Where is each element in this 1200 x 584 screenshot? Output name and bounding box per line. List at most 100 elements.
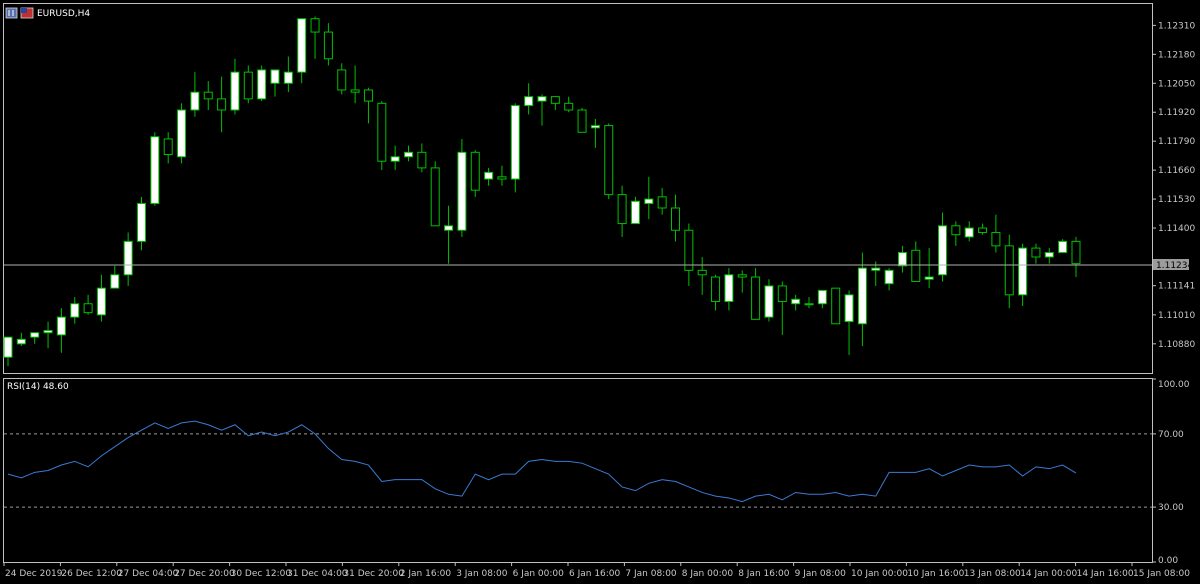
bull-candle-body bbox=[30, 332, 40, 338]
time-tick-label: 3 Jan 08:00 bbox=[456, 569, 508, 579]
candle bbox=[56, 308, 66, 353]
bear-candle-body bbox=[617, 194, 627, 225]
bull-candle-body bbox=[177, 109, 187, 158]
candle bbox=[697, 256, 707, 295]
bull-candle-body bbox=[150, 136, 160, 205]
bull-candle-body bbox=[484, 171, 494, 180]
candle bbox=[684, 223, 694, 286]
candle bbox=[791, 294, 801, 311]
bear-candle-body bbox=[831, 287, 841, 325]
time-tick-label: 27 Dec 20:00 bbox=[174, 569, 235, 579]
time-tick-label: 10 Jan 16:00 bbox=[907, 569, 964, 579]
time-tick-label: 14 Jan 00:00 bbox=[1020, 569, 1077, 579]
time-axis: 24 Dec 201926 Dec 12:0027 Dec 04:0027 De… bbox=[3, 562, 1190, 579]
price-tick-label: 1.11141 bbox=[1158, 282, 1195, 292]
time-tick-label: 31 Dec 04:00 bbox=[287, 569, 348, 579]
bear-candle-body bbox=[671, 207, 680, 231]
candle bbox=[270, 69, 280, 97]
bear-candle-body bbox=[1004, 245, 1014, 296]
bull-candle-body bbox=[190, 91, 200, 111]
bear-candle-body bbox=[337, 69, 347, 91]
candle bbox=[617, 185, 627, 237]
bear-candle-body bbox=[217, 98, 227, 111]
chart-window-icon[interactable] bbox=[5, 7, 18, 19]
candle bbox=[1071, 236, 1081, 278]
time-tick-label: 24 Dec 2019 bbox=[5, 569, 63, 579]
bear-candle-body bbox=[684, 229, 694, 271]
candle bbox=[524, 83, 534, 115]
candle bbox=[430, 161, 440, 227]
chart-canvas[interactable]: EURUSD,H4 1.123101.121801.120501.119201.… bbox=[0, 0, 1200, 584]
bear-candle-body bbox=[737, 274, 747, 278]
candle bbox=[564, 96, 574, 113]
price-tick-label: 1.12050 bbox=[1158, 79, 1195, 89]
rsi-tick-label: 30.00 bbox=[1158, 503, 1184, 513]
candle bbox=[577, 107, 587, 133]
time-tick-label: 2 Jan 16:00 bbox=[400, 569, 452, 579]
candle bbox=[123, 232, 133, 286]
candle bbox=[83, 294, 93, 315]
bull-candle-body bbox=[110, 274, 120, 289]
bull-candle-body bbox=[537, 96, 547, 102]
bull-candle-body bbox=[524, 96, 534, 107]
price-tick-label: 1.11660 bbox=[1158, 166, 1195, 176]
candle bbox=[163, 132, 173, 164]
bull-candle-body bbox=[897, 252, 907, 267]
candle bbox=[978, 223, 988, 235]
candle bbox=[243, 65, 253, 104]
rsi-panel-frame bbox=[3, 378, 1153, 563]
bear-candle-body bbox=[83, 303, 93, 314]
time-tick-label: 26 Dec 12:00 bbox=[61, 569, 122, 579]
time-tick-label: 31 Dec 20:00 bbox=[343, 569, 404, 579]
candle bbox=[404, 145, 413, 162]
time-tick-label: 27 Dec 04:00 bbox=[118, 569, 179, 579]
price-tick-label: 1.11010 bbox=[1158, 311, 1195, 321]
candle bbox=[96, 274, 106, 322]
bear-candle-body bbox=[777, 285, 787, 303]
bull-candle-body bbox=[884, 269, 894, 285]
bear-candle-body bbox=[991, 231, 1001, 247]
candle bbox=[604, 123, 614, 200]
rsi-line bbox=[7, 420, 1077, 503]
svg-text:1.11234: 1.11234 bbox=[1156, 261, 1193, 271]
bear-candle-body bbox=[951, 225, 961, 236]
candle bbox=[897, 245, 907, 273]
bull-candle-body bbox=[817, 289, 827, 305]
bull-candle-body bbox=[96, 287, 106, 316]
bear-candle-body bbox=[751, 276, 761, 320]
candle bbox=[777, 281, 787, 335]
candle bbox=[1058, 239, 1068, 254]
candle bbox=[470, 150, 480, 197]
bull-candle-body bbox=[1044, 252, 1054, 258]
symbol-title: EURUSD,H4 bbox=[37, 9, 90, 19]
price-tick-label: 1.12180 bbox=[1158, 50, 1195, 60]
candle bbox=[510, 103, 520, 193]
bull-candle-body bbox=[16, 338, 26, 345]
time-tick-label: 6 Jan 00:00 bbox=[513, 569, 565, 579]
price-tick-label: 1.11790 bbox=[1158, 137, 1195, 147]
bull-candle-body bbox=[283, 71, 293, 84]
bear-candle-body bbox=[1071, 240, 1081, 265]
candle bbox=[590, 118, 600, 148]
rsi-tick-label: 0.00 bbox=[1158, 556, 1178, 566]
bear-candle-body bbox=[377, 102, 387, 162]
bull-candle-body bbox=[938, 225, 947, 276]
bear-candle-body bbox=[350, 89, 360, 93]
bear-candle-body bbox=[163, 138, 173, 156]
bull-candle-body bbox=[590, 125, 600, 129]
candle bbox=[203, 81, 213, 111]
bull-candle-body bbox=[804, 303, 814, 306]
time-tick-label: 6 Jan 16:00 bbox=[569, 569, 621, 579]
price-tick-label: 1.11530 bbox=[1158, 195, 1195, 205]
bear-candle-body bbox=[363, 89, 373, 102]
bull-candle-body bbox=[137, 203, 146, 242]
candle bbox=[1004, 234, 1014, 309]
current-price-tag: 1.11234 bbox=[1153, 258, 1193, 271]
bull-candle-body bbox=[924, 276, 934, 280]
candle bbox=[630, 196, 640, 225]
bear-candle-body bbox=[711, 276, 721, 303]
candle bbox=[657, 187, 667, 215]
candle bbox=[1031, 243, 1041, 264]
candle bbox=[457, 138, 467, 237]
candle bbox=[110, 265, 120, 289]
